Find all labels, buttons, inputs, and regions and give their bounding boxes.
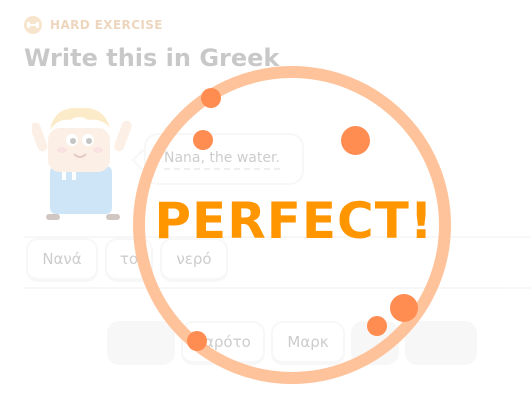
confetti-dot (390, 294, 418, 322)
word-bank-slot-empty (107, 321, 175, 365)
dumbbell-icon (24, 16, 42, 34)
character-illustration (30, 100, 132, 225)
confetti-dot (341, 126, 370, 155)
word-bank-slot-empty (405, 321, 477, 365)
exercise-badge: HARD EXERCISE (24, 16, 163, 34)
exercise-title: Write this in Greek (24, 44, 280, 72)
confetti-dot (187, 331, 207, 351)
confetti-dot (367, 316, 387, 336)
confetti-dot (193, 130, 213, 150)
lesson-screen: HARD EXERCISE Write this in Greek Nana, … (0, 0, 531, 414)
exercise-badge-label: HARD EXERCISE (50, 18, 163, 32)
confetti-dot (201, 88, 221, 108)
perfect-message: PERFECT! (154, 192, 434, 250)
answer-tile[interactable]: Νανά (26, 238, 98, 282)
